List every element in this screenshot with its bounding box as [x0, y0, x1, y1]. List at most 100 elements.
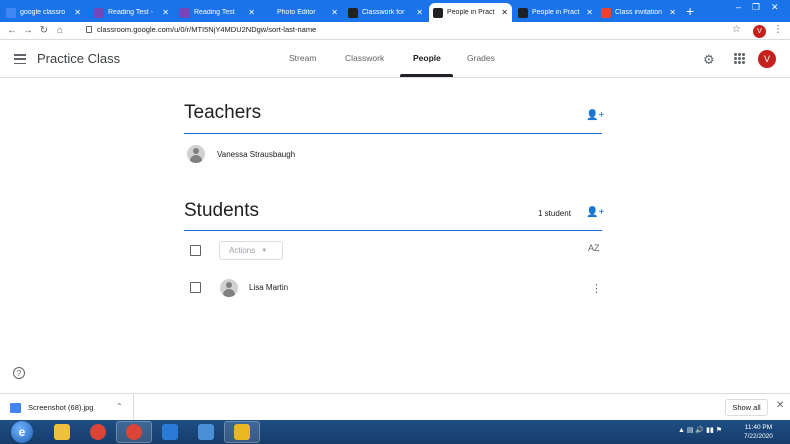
browser-tab[interactable]: Class invitation ✕	[597, 3, 680, 22]
help-icon[interactable]: ?	[13, 367, 25, 379]
close-tab-icon[interactable]: ✕	[162, 8, 169, 17]
taskbar-app-5[interactable]	[224, 421, 260, 443]
close-tab-icon[interactable]: ✕	[586, 8, 593, 17]
close-downloads-icon[interactable]: ✕	[776, 400, 784, 411]
taskbar-app-1[interactable]	[80, 421, 116, 443]
class-title[interactable]: Practice Class	[37, 51, 120, 66]
settings-gear-icon[interactable]: ⚙	[703, 52, 715, 68]
clock-date: 7/22/2020	[744, 433, 773, 440]
student-avatar	[220, 279, 238, 297]
browser-tab-strip: Class invitation ✕ People in Pract ✕ People …	[0, 0, 790, 22]
teacher-name[interactable]: Vanessa Strausbaugh	[217, 150, 295, 159]
google-docs-icon	[6, 7, 16, 18]
gmail-icon	[601, 7, 611, 18]
tab-people[interactable]: People	[413, 53, 441, 63]
photo-editor-icon	[263, 7, 273, 18]
browser-tab-label: Reading Test	[194, 9, 235, 16]
invite-teacher-icon[interactable]: 👤+	[586, 110, 604, 121]
google-apps-icon[interactable]	[734, 53, 745, 64]
teachers-divider	[184, 133, 602, 134]
browser-tab[interactable]: Classwork for ✕	[344, 3, 427, 22]
actions-dropdown[interactable]: Actions ▼	[219, 241, 283, 260]
taskbar-app-3[interactable]	[152, 421, 188, 443]
minimize-icon[interactable]: –	[736, 2, 741, 12]
sort-az-icon[interactable]: AZ	[588, 243, 600, 253]
taskbar-app-0[interactable]	[44, 421, 80, 443]
browser-tab-label: google classro	[20, 9, 66, 16]
browser-menu-icon[interactable]: ⋮	[773, 24, 783, 35]
reload-icon[interactable]: ↻	[36, 25, 52, 36]
close-tab-icon[interactable]: ✕	[74, 8, 81, 17]
browser-tab-label: Reading Test -	[108, 9, 154, 16]
browser-tab-label: Class invitation	[615, 9, 663, 16]
back-arrow-icon[interactable]: ←	[4, 25, 20, 36]
teachers-heading: Teachers	[184, 102, 262, 123]
home-icon[interactable]: ⌂	[52, 25, 68, 36]
start-button-icon[interactable]: e	[11, 421, 33, 443]
close-tab-icon[interactable]: ✕	[501, 8, 508, 17]
close-tab-icon[interactable]: ✕	[669, 8, 676, 17]
browser-tab[interactable]: Reading Test - ✕	[90, 3, 173, 22]
taskbar-app-2[interactable]	[116, 421, 152, 443]
windows-taskbar: e ▲ ▤ 🔊 ▮▮ ⚑ 11:40 PM 7/22/2020	[0, 420, 790, 444]
classroom-icon	[348, 7, 358, 18]
student-count: 1 student	[538, 209, 571, 218]
browser-tab-label: People in Pract	[532, 9, 580, 16]
browser-tab[interactable]: Photo Editor ✕	[259, 3, 342, 22]
address-bar-row: ← → ↻ ⌂ classroom.google.com/u/0/r/MTI5N…	[0, 22, 790, 40]
browser-tab[interactable]: Reading Test ✕	[176, 3, 259, 22]
downloads-bar: Screenshot (68).jpg ⌃ Show all ✕	[0, 393, 790, 421]
file-explorer-icon	[54, 424, 70, 440]
browser-tab-label: Classwork for	[362, 9, 405, 16]
browser-tab-label: People in Pract	[447, 9, 495, 16]
url-field[interactable]: classroom.google.com/u/0/r/MTI5NjY4MDU2N…	[86, 25, 316, 34]
teacher-avatar	[187, 145, 205, 163]
show-all-button[interactable]: Show all	[725, 399, 768, 416]
student-name[interactable]: Lisa Martin	[249, 283, 288, 292]
invite-student-icon[interactable]: 👤+	[586, 207, 604, 218]
tab-stream[interactable]: Stream	[289, 53, 316, 63]
actions-label: Actions	[229, 246, 256, 255]
browser-profile-avatar[interactable]: V	[753, 25, 766, 38]
browser-tab[interactable]: People in Pract ✕	[514, 3, 597, 22]
tab-classwork[interactable]: Classwork	[345, 53, 384, 63]
classroom-icon	[518, 7, 528, 18]
students-heading: Students	[184, 200, 259, 221]
system-tray[interactable]: ▲ ▤ 🔊 ▮▮ ⚑	[678, 426, 722, 434]
chrome-icon	[126, 424, 142, 440]
student-row-checkbox[interactable]	[190, 282, 201, 293]
forward-arrow-icon[interactable]: →	[20, 25, 36, 36]
photo-app-icon	[234, 424, 250, 440]
system-clock[interactable]: 11:40 PM 7/22/2020	[744, 423, 773, 441]
chevron-down-icon: ▼	[261, 247, 268, 254]
taskbar-app-4[interactable]	[188, 421, 224, 443]
display-icon	[198, 424, 214, 440]
download-file-name: Screenshot (68).jpg	[28, 403, 94, 412]
tab-grades[interactable]: Grades	[467, 53, 495, 63]
restore-icon[interactable]: ❐	[752, 2, 760, 13]
browser-tab-label: Photo Editor	[277, 9, 316, 16]
close-tab-icon[interactable]: ✕	[248, 8, 255, 17]
browser-tab[interactable]: People in Pract ✕	[429, 3, 512, 22]
select-all-checkbox[interactable]	[190, 245, 201, 256]
lock-icon	[86, 26, 92, 33]
image-file-icon	[10, 402, 21, 413]
chrome-icon	[90, 424, 106, 440]
forms-icon	[180, 7, 190, 18]
media-player-icon	[162, 424, 178, 440]
close-window-icon[interactable]: ✕	[771, 2, 779, 13]
student-more-options-icon[interactable]: ⋮	[591, 282, 602, 295]
main-menu-icon[interactable]	[14, 54, 26, 65]
browser-tab[interactable]: google classro ✕	[2, 3, 85, 22]
close-tab-icon[interactable]: ✕	[331, 8, 338, 17]
download-options-chevron-icon[interactable]: ⌃	[116, 402, 123, 411]
classroom-icon	[433, 7, 443, 18]
download-item[interactable]: Screenshot (68).jpg	[0, 394, 134, 421]
bookmark-star-icon[interactable]: ☆	[732, 24, 741, 35]
account-avatar[interactable]: V	[758, 50, 776, 68]
active-tab-indicator	[400, 74, 453, 77]
classroom-header: Practice Class Stream Classwork People G…	[0, 40, 790, 78]
students-divider	[184, 230, 602, 231]
close-tab-icon[interactable]: ✕	[416, 8, 423, 17]
new-tab-button[interactable]: +	[686, 3, 694, 19]
